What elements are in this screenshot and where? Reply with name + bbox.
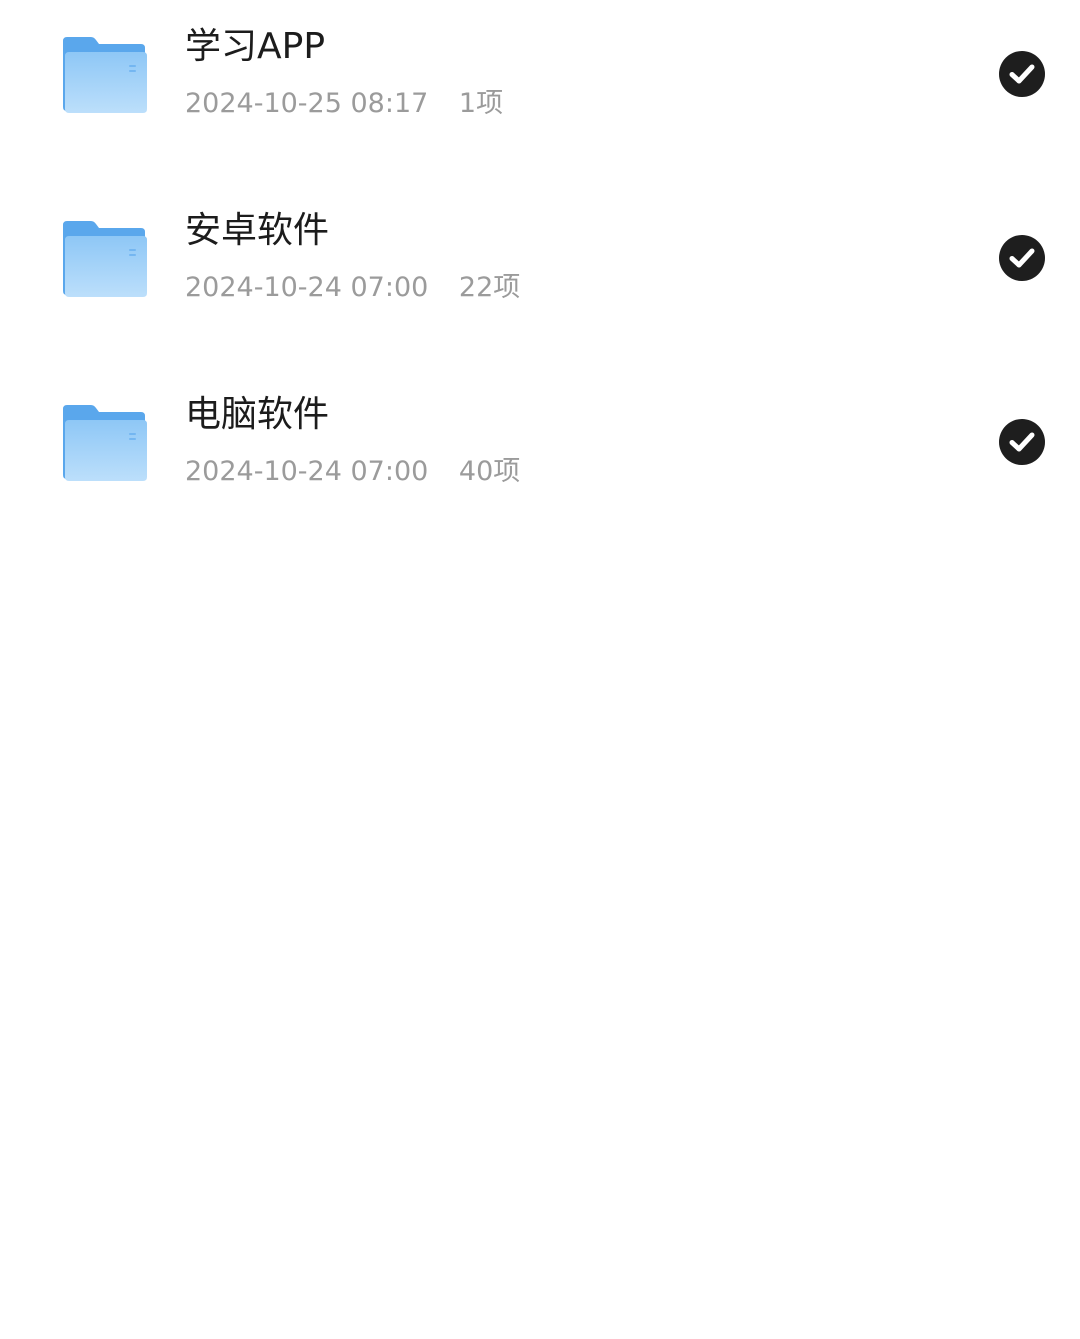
folder-item-count: 40项 [458,456,521,487]
folder-icon [61,405,147,481]
folder-item-count: 1项 [458,88,504,119]
folder-icon [61,221,147,297]
folder-icon [61,37,147,113]
checkmark-icon[interactable] [998,234,1046,282]
list-item[interactable]: 电脑软件 2024-10-24 07:00 40项 [0,359,1080,543]
checkmark-icon[interactable] [998,418,1046,466]
folder-date: 2024-10-24 07:00 [185,456,429,487]
list-item[interactable]: 安卓软件 2024-10-24 07:00 22项 [0,175,1080,359]
list-item[interactable]: 学习APP 2024-10-25 08:17 1项 [0,0,1080,175]
folder-name: 电脑软件 [185,394,330,435]
folder-meta: 2024-10-24 07:00 22项 [185,270,520,306]
folder-date: 2024-10-24 07:00 [185,272,429,303]
folder-name: 学习APP [185,26,326,67]
folder-item-count: 22项 [458,272,521,303]
folder-meta: 2024-10-25 08:17 1项 [185,86,503,122]
folder-meta: 2024-10-24 07:00 40项 [185,454,520,490]
folder-list: 学习APP 2024-10-25 08:17 1项 安卓软件 2024-10-2… [0,0,1080,552]
checkmark-icon[interactable] [998,50,1046,98]
folder-name: 安卓软件 [185,210,330,251]
folder-date: 2024-10-25 08:17 [185,88,429,119]
